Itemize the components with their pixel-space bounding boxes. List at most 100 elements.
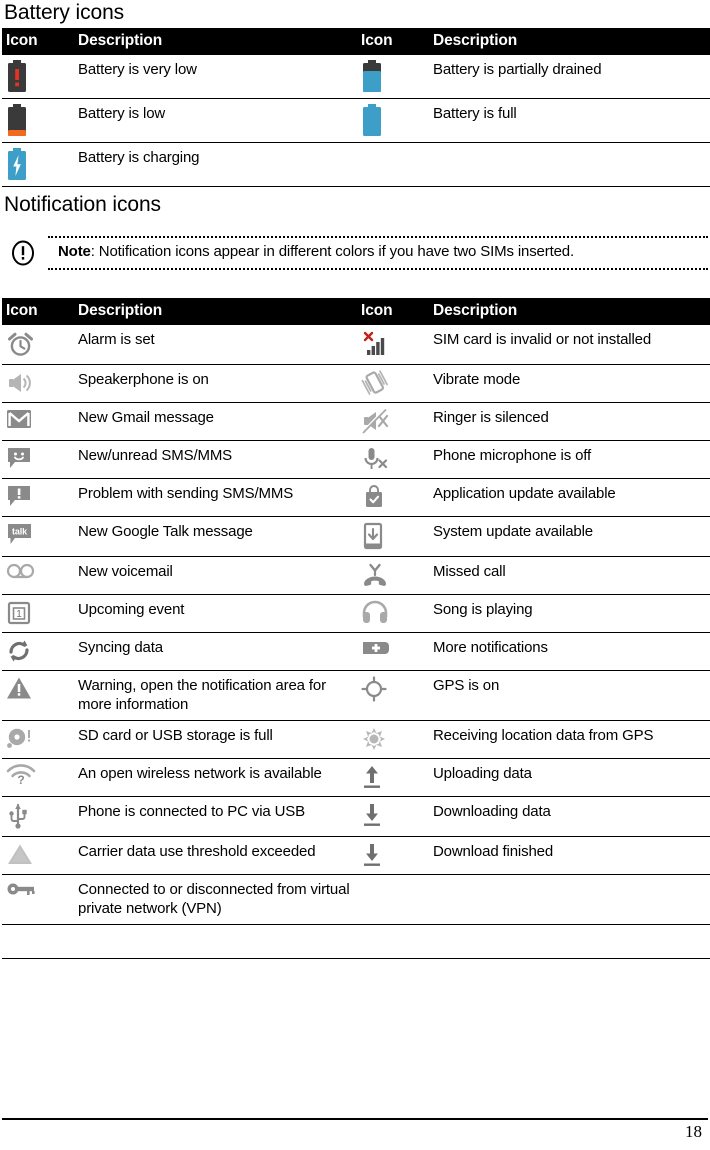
icon-cell [2,55,74,100]
gps-receiving-icon [361,726,387,752]
icon-cell [357,325,429,366]
warning-triangle-icon [6,676,32,700]
description-cell: Warning, open the notification area for … [74,670,357,722]
headphones-icon [361,600,389,624]
description-cell: Battery is partially drained [429,55,710,100]
table-header-row: Icon Description Icon Description [2,28,710,56]
ringer-silenced-icon [361,408,389,434]
icon-cell [2,325,74,366]
speakerphone-icon [6,370,34,396]
icon-cell: ? [2,758,74,798]
description-cell: Phone microphone is off [429,440,710,480]
icon-cell [357,364,429,404]
description-cell: Upcoming event [74,594,357,634]
page-title-notification-icons: Notification icons [4,193,161,217]
description-cell: Ringer is silenced [429,402,710,442]
table-row: Battery is very low Battery is partially… [2,55,710,100]
description-cell: System update available [429,516,710,558]
table-row: New Gmail message Ringer is silenced [2,402,710,442]
table-row-spacer [2,924,710,960]
table-row: ? An open wireless network is available … [2,758,710,798]
icon-cell [357,440,429,480]
table-row: Speakerphone is on Vibrate mode [2,364,710,404]
description-cell: Problem with sending SMS/MMS [74,478,357,518]
description-cell: Syncing data [74,632,357,672]
calendar-event-icon: 1 [6,600,32,626]
table-row: 1 Upcoming event Song is playing [2,594,710,634]
icon-cell [2,364,74,404]
download-finished-icon [361,842,383,868]
description-cell: Downloading data [429,796,710,838]
battery-icons-table: Icon Description Icon Description Batter… [2,28,710,188]
icon-cell [2,556,74,596]
description-cell: Song is playing [429,594,710,634]
icon-cell [357,796,429,838]
icon-cell [357,55,429,100]
note-divider-bottom [48,268,708,271]
table-row: Carrier data use threshold exceeded Down… [2,836,710,876]
icon-cell [2,142,74,188]
table-row: Phone is connected to PC via USB Downloa… [2,796,710,838]
battery-full-icon [361,104,383,137]
table-row: SD card or USB storage is full Receiving… [2,720,710,760]
description-cell: Carrier data use threshold exceeded [74,836,357,876]
notification-icons-table: Icon Description Icon Description Alarm … [2,298,710,960]
description-cell: Receiving location data from GPS [429,720,710,760]
sms-mms-icon [6,446,32,470]
icon-cell [357,402,429,442]
description-cell: New voicemail [74,556,357,596]
icon-cell [357,516,429,558]
column-header-desc-right: Description [429,298,710,326]
sms-problem-icon [6,484,32,508]
table-row: New voicemail Missed call [2,556,710,596]
description-cell: New Google Talk message [74,516,357,558]
icon-cell [357,836,429,876]
battery-partial-icon [361,60,383,93]
table-row: talk New Google Talk message System upda [2,516,710,558]
column-header-icon-right: Icon [357,298,429,326]
description-cell: Battery is very low [74,55,357,100]
icon-cell [2,670,74,722]
column-header-desc-left: Description [74,298,357,326]
battery-charging-icon [6,148,28,181]
icon-cell [2,478,74,518]
description-cell: Battery is full [429,98,710,144]
system-update-icon [361,522,385,550]
battery-low-icon [6,104,28,137]
icon-cell-empty [357,874,429,926]
icon-cell [2,98,74,144]
icon-cell [357,594,429,634]
app-update-icon [361,484,387,510]
vpn-key-icon [6,880,36,898]
download-icon [361,802,383,828]
description-cell: Speakerphone is on [74,364,357,404]
icon-cell-empty [357,924,429,960]
page-footer: 18 [2,1118,708,1142]
open-wifi-icon: ? [6,764,36,788]
upload-icon [361,764,383,790]
table-row: Syncing data More notifications [2,632,710,672]
description-cell: Phone is connected to PC via USB [74,796,357,838]
description-cell: New/unread SMS/MMS [74,440,357,480]
table-row: Warning, open the notification area for … [2,670,710,722]
description-cell: An open wireless network is available [74,758,357,798]
icon-cell: 1 [2,594,74,634]
note-callout: Note: Notification icons appear in diffe… [2,236,708,292]
icon-cell [2,632,74,672]
svg-text:1: 1 [16,609,22,620]
table-row: Battery is low Battery is full [2,98,710,144]
icon-cell: talk [2,516,74,558]
icon-cell [357,478,429,518]
description-cell: Battery is low [74,98,357,144]
table-row: New/unread SMS/MMS Phone microphone is o… [2,440,710,480]
microphone-off-icon [361,446,389,472]
description-cell: Application update available [429,478,710,518]
description-cell: Battery is charging [74,142,357,188]
description-cell: Missed call [429,556,710,596]
icon-cell-empty [357,142,429,188]
description-cell-empty [429,142,710,188]
icon-cell [357,556,429,596]
sd-card-full-icon [6,726,34,750]
note-label: Note [58,243,91,261]
icon-cell [357,632,429,672]
